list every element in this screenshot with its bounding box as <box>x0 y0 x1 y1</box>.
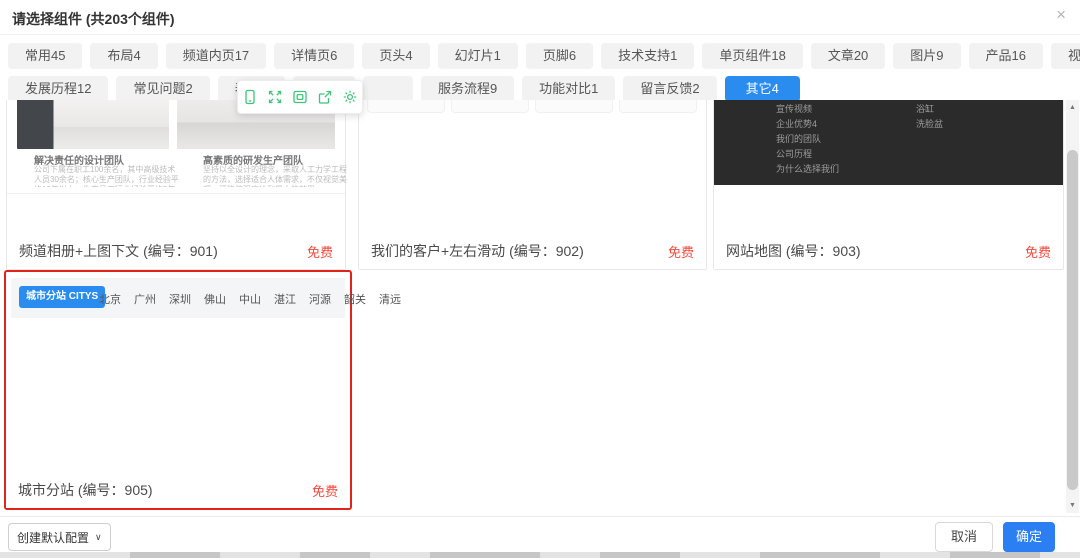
city-link: 清远 <box>379 291 401 307</box>
sitemap-column-left: 组织架构 宣传视频 企业优势4 我们的团队 公司历程 为什么选择我们 <box>776 100 839 177</box>
card-label-row: 网站地图 (编号：903) 免费 <box>714 233 1063 269</box>
card-name: 频道相册+上图下文 (编号：901) <box>19 241 218 261</box>
component-card-905-selected[interactable]: 城市分站 CITYS 北京 广州 深圳 佛山 中山 湛江 河源 韶关 清远 城市… <box>4 270 352 510</box>
tab-tupian[interactable]: 图片9 <box>893 43 960 69</box>
sitemap-link: 为什么选择我们 <box>776 162 839 177</box>
tab-changyong[interactable]: 常用45 <box>8 43 82 69</box>
tab-danyezujian[interactable]: 单页组件18 <box>702 43 802 69</box>
tab-yejiao[interactable]: 页脚6 <box>526 43 593 69</box>
tab-buju[interactable]: 布局4 <box>90 43 157 69</box>
component-picker-dialog: 请选择组件 (共203个组件) × 常用45 布局4 频道内页17 详情页6 页… <box>0 0 1080 558</box>
tab-fuwuliucheng[interactable]: 服务流程9 <box>421 76 514 102</box>
background-page-edge <box>0 552 1080 558</box>
gear-icon[interactable] <box>342 89 358 105</box>
scroll-down-icon[interactable]: ▼ <box>1066 499 1079 512</box>
tab-shipin[interactable]: 视频4 <box>1051 43 1080 69</box>
client-logo-tile: 中广核 CGN <box>367 100 445 113</box>
component-card-901[interactable]: 解决责任的设计团队 公司下属在职工100余名，其中高级技术人员30余名；核心生产… <box>6 100 346 270</box>
tab-row-1: 常用45 布局4 频道内页17 详情页6 页头4 幻灯片1 页脚6 技术支持1 … <box>8 43 1074 69</box>
sitemap-link: 我们的团队 <box>776 132 839 147</box>
sitemap-link: 宣传视频 <box>776 102 839 117</box>
city-link: 韶关 <box>344 291 366 307</box>
city-link: 河源 <box>309 291 331 307</box>
city-link: 北京 <box>99 291 121 307</box>
sitemap-link: 公司历程 <box>776 147 839 162</box>
create-default-config-select[interactable]: 创建默认配置 ∨ <box>8 523 111 551</box>
chevron-down-icon: ∨ <box>95 532 102 543</box>
tab-jishuzhichi[interactable]: 技术支持1 <box>601 43 694 69</box>
card-label-row: 我们的客户+左右滑动 (编号：902) 免费 <box>359 233 706 269</box>
city-link: 湛江 <box>274 291 296 307</box>
price-badge: 免费 <box>668 242 694 261</box>
dialog-header: 请选择组件 (共203个组件) × <box>0 0 1080 35</box>
card-name: 网站地图 (编号：903) <box>726 241 861 261</box>
tab-row-2: 发展历程12 常见问题2 表格2 服务流程9 功能对比1 留言反馈2 其它4 <box>8 76 1074 102</box>
fullscreen-icon[interactable] <box>267 89 283 105</box>
card-name: 我们的客户+左右滑动 (编号：902) <box>371 241 584 261</box>
price-badge: 免费 <box>307 242 333 261</box>
tab-gongnengduibi[interactable]: 功能对比1 <box>522 76 615 102</box>
preview-desc: 坚持以全设计的理念，采取人工力学工程的方法，选择适合人体需求，不仅视觉美观，还能… <box>203 165 351 187</box>
client-logo-tile: 国核电力 NUCLEAR POWER <box>451 100 529 113</box>
cancel-button[interactable]: 取消 <box>935 522 993 552</box>
city-link: 深圳 <box>169 291 191 307</box>
tab-pindaoneiye[interactable]: 频道内页17 <box>166 43 266 69</box>
kitchen-photo-left <box>17 100 169 149</box>
floating-toolbar <box>237 80 363 114</box>
dialog-footer: 创建默认配置 ∨ 取消 确定 <box>0 516 1080 553</box>
mobile-preview-icon[interactable] <box>242 89 258 105</box>
component-grid-viewport: 解决责任的设计团队 公司下属在职工100余名，其中高级技术人员30余名；核心生产… <box>0 100 1080 516</box>
sitemap-column-right: 浴室柜 浴缸 洗脸盆 <box>916 100 943 132</box>
tab-qita-active[interactable]: 其它4 <box>725 76 800 102</box>
component-card-902[interactable]: C⊕SIC 中国航天科工集团 Panasonic ideas for life … <box>358 100 707 270</box>
card-901-preview: 解决责任的设计团队 公司下属在职工100余名，其中高级技术人员30余名；核心生产… <box>7 100 345 194</box>
city-links: 北京 广州 深圳 佛山 中山 湛江 河源 韶关 清远 <box>99 291 401 307</box>
city-site-button: 城市分站 CITYS <box>19 286 105 308</box>
card-label-row: 频道相册+上图下文 (编号：901) 免费 <box>7 233 345 269</box>
city-link: 佛山 <box>204 291 226 307</box>
close-icon[interactable]: × <box>1056 6 1066 23</box>
component-card-903[interactable]: 组织架构 宣传视频 企业优势4 我们的团队 公司历程 为什么选择我们 浴室柜 浴… <box>713 100 1064 270</box>
vertical-scrollbar[interactable]: ▲ ▼ <box>1066 100 1079 513</box>
screen-preview-icon[interactable] <box>292 89 308 105</box>
scroll-up-icon[interactable]: ▲ <box>1066 101 1079 114</box>
city-link: 中山 <box>239 291 261 307</box>
city-site-nav-preview: 城市分站 CITYS 北京 广州 深圳 佛山 中山 湛江 河源 韶关 清远 <box>11 278 345 318</box>
share-icon[interactable] <box>317 89 333 105</box>
client-logo-tile: 深圳宝安国际机场 SHENZHEN AIRPORT <box>619 100 697 113</box>
sitemap-preview: 组织架构 宣传视频 企业优势4 我们的团队 公司历程 为什么选择我们 浴室柜 浴… <box>714 100 1063 185</box>
sitemap-link: 企业优势4 <box>776 117 839 132</box>
tab-fazhanlicheng[interactable]: 发展历程12 <box>8 76 108 102</box>
dialog-title: 请选择组件 (共203个组件) <box>12 9 175 29</box>
card-name: 城市分站 (编号：905) <box>18 480 153 500</box>
tab-xiangqingye[interactable]: 详情页6 <box>274 43 354 69</box>
card-label-row: 城市分站 (编号：905) 免费 <box>6 472 350 508</box>
scrollbar-thumb[interactable] <box>1067 150 1078 490</box>
city-link: 广州 <box>134 291 156 307</box>
preview-desc: 公司下属在职工100余名，其中高级技术人员30余名；核心生产团队，行业经验平均1… <box>34 165 182 187</box>
tab-chanpin[interactable]: 产品16 <box>969 43 1043 69</box>
tab-obscured-2[interactable] <box>363 76 413 102</box>
tab-wenzhang[interactable]: 文章20 <box>811 43 885 69</box>
create-default-config-label: 创建默认配置 <box>17 529 89 546</box>
tab-yetou[interactable]: 页头4 <box>362 43 429 69</box>
tab-liuyanfankui[interactable]: 留言反馈2 <box>623 76 716 102</box>
sitemap-link: 浴缸 <box>916 102 943 117</box>
confirm-button[interactable]: 确定 <box>1003 522 1055 552</box>
price-badge: 免费 <box>312 481 338 500</box>
tab-huandengpian[interactable]: 幻灯片1 <box>438 43 518 69</box>
tab-changjianwenti[interactable]: 常见问题2 <box>116 76 209 102</box>
client-logo-tile: Newamstar 新美星 <box>535 100 613 113</box>
price-badge: 免费 <box>1025 242 1051 261</box>
sitemap-link: 洗脸盆 <box>916 117 943 132</box>
